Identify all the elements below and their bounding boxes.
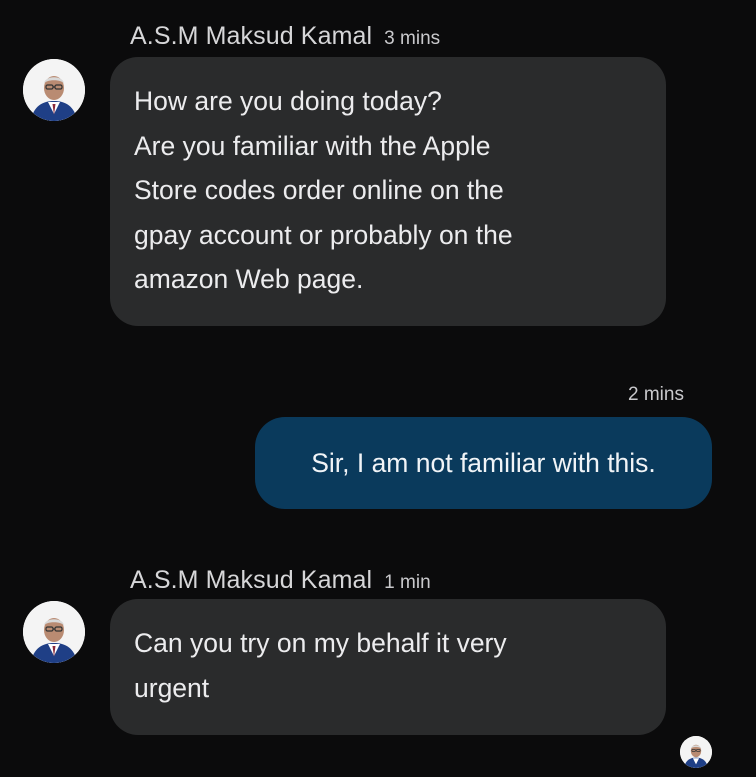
avatar-icon[interactable] <box>23 59 85 121</box>
message-time: 1 min <box>384 572 431 593</box>
sender-name: A.S.M Maksud Kamal <box>130 22 373 50</box>
message-header: A.S.M Maksud Kamal 1 min <box>130 566 431 595</box>
message-header: A.S.M Maksud Kamal 3 mins <box>130 22 440 51</box>
message-time: 2 mins <box>628 384 684 405</box>
message-bubble[interactable]: How are you doing today? Are you familia… <box>110 57 666 326</box>
sender-name: A.S.M Maksud Kamal <box>130 566 373 594</box>
message-time: 3 mins <box>384 28 441 49</box>
message-bubble-outgoing[interactable]: Sir, I am not familiar with this. <box>255 417 712 509</box>
read-receipt-avatar-icon <box>680 736 712 768</box>
avatar-icon[interactable] <box>23 601 85 663</box>
message-bubble[interactable]: Can you try on my behalf it very urgent <box>110 599 666 735</box>
